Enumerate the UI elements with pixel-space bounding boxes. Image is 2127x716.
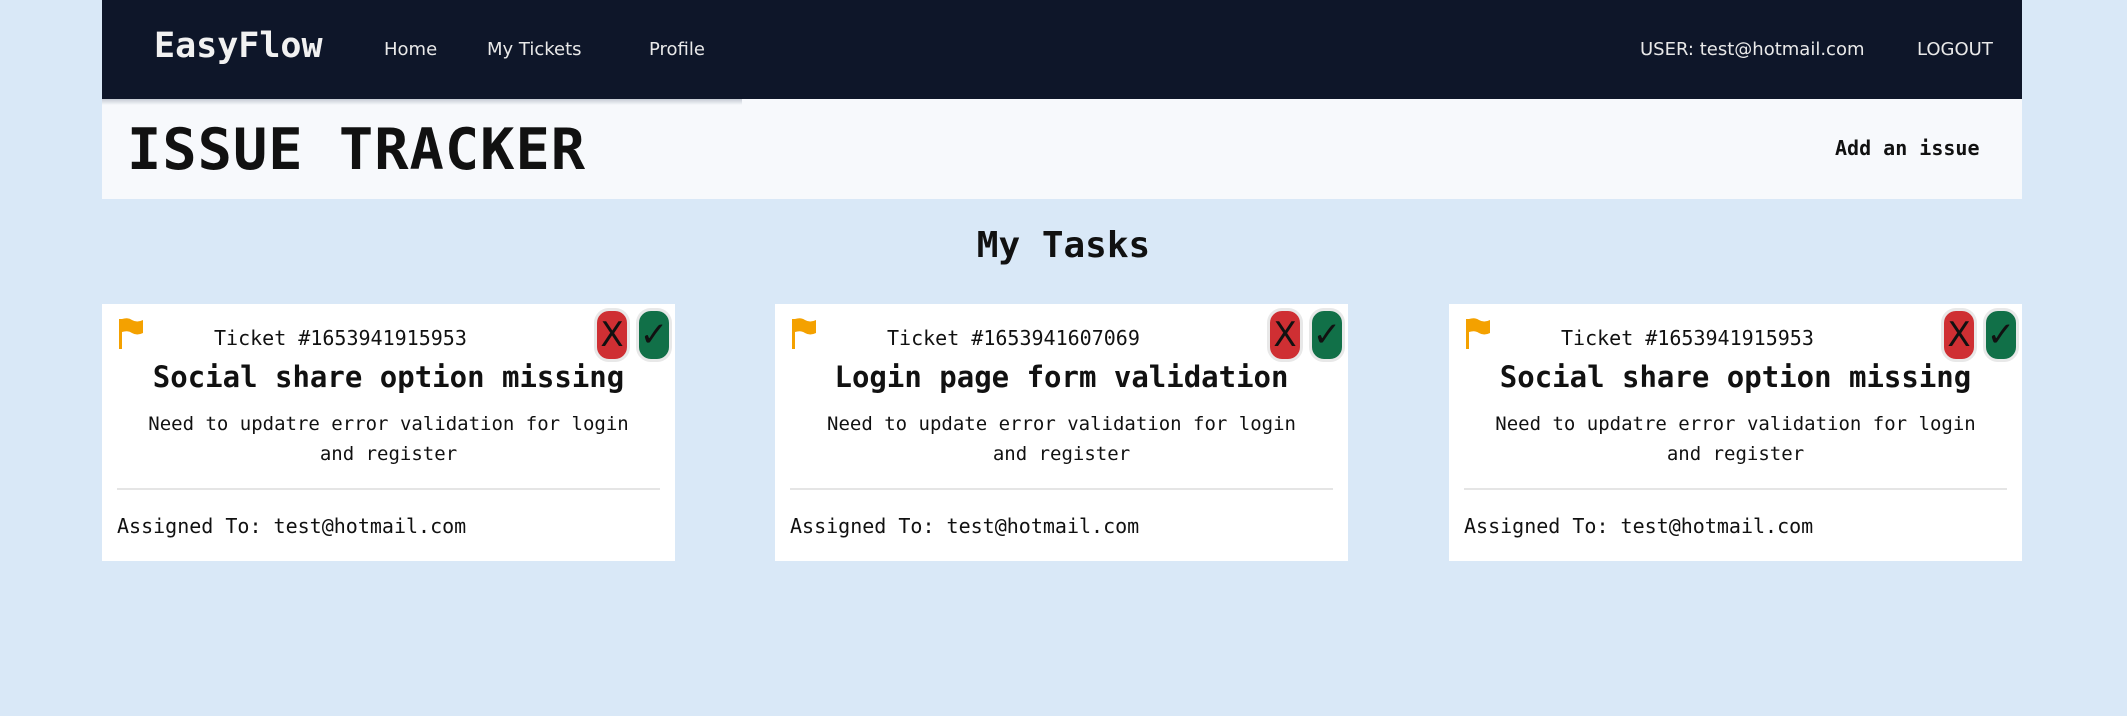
x-icon: X <box>1947 315 1971 355</box>
approve-button[interactable]: ✓ <box>1983 308 2019 362</box>
assigned-to: Assigned To: test@hotmail.com <box>790 514 1140 538</box>
card-divider <box>790 488 1333 490</box>
check-icon: ✓ <box>1986 315 2016 355</box>
add-issue-button[interactable]: Add an issue <box>1835 136 1980 160</box>
flag-icon <box>792 318 816 349</box>
page-title: ISSUE TRACKER <box>127 117 587 183</box>
ticket-description: Need to updatre error validation for log… <box>148 413 629 465</box>
section-title: My Tasks <box>976 225 1151 266</box>
x-icon: X <box>600 315 624 355</box>
ticket-card: Ticket #1653941607069 X ✓ Login page for… <box>775 304 1348 561</box>
ticket-description: Need to update error validation for logi… <box>827 413 1296 465</box>
ticket-card: Ticket #1653941915953 X ✓ Social share o… <box>102 304 675 561</box>
reject-button[interactable]: X <box>1941 308 1977 362</box>
ticket-number: Ticket #1653941915953 <box>1561 326 1814 350</box>
ticket-title: Login page form validation <box>834 360 1289 394</box>
ticket-card: Ticket #1653941915953 X ✓ Social share o… <box>1449 304 2022 561</box>
nav-link-home[interactable]: Home <box>384 39 437 60</box>
dropdown-shadow <box>102 99 742 105</box>
card-divider <box>117 488 660 490</box>
assigned-to: Assigned To: test@hotmail.com <box>1464 514 1814 538</box>
approve-button[interactable]: ✓ <box>636 308 672 362</box>
ticket-title: Social share option missing <box>1499 360 1972 394</box>
logout-button[interactable]: LOGOUT <box>1917 39 1993 60</box>
reject-button[interactable]: X <box>594 308 630 362</box>
page-header: ISSUE TRACKER Add an issue <box>102 99 2022 199</box>
approve-button[interactable]: ✓ <box>1309 308 1345 362</box>
top-navbar: EasyFlow Home My Tickets Profile USER: t… <box>102 0 2022 99</box>
check-icon: ✓ <box>1312 315 1342 355</box>
check-icon: ✓ <box>639 315 669 355</box>
flag-icon <box>1466 318 1490 349</box>
user-email-label: USER: test@hotmail.com <box>1640 39 1865 60</box>
ticket-number: Ticket #1653941915953 <box>214 326 467 350</box>
x-icon: X <box>1273 315 1297 355</box>
assigned-to: Assigned To: test@hotmail.com <box>117 514 467 538</box>
nav-link-profile[interactable]: Profile <box>649 39 705 60</box>
brand-logo[interactable]: EasyFlow <box>154 26 323 66</box>
nav-link-my-tickets[interactable]: My Tickets <box>487 39 582 60</box>
flag-icon <box>119 318 143 349</box>
ticket-number: Ticket #1653941607069 <box>887 326 1140 350</box>
ticket-description: Need to updatre error validation for log… <box>1495 413 1976 465</box>
reject-button[interactable]: X <box>1267 308 1303 362</box>
ticket-title: Social share option missing <box>152 360 625 394</box>
card-divider <box>1464 488 2007 490</box>
